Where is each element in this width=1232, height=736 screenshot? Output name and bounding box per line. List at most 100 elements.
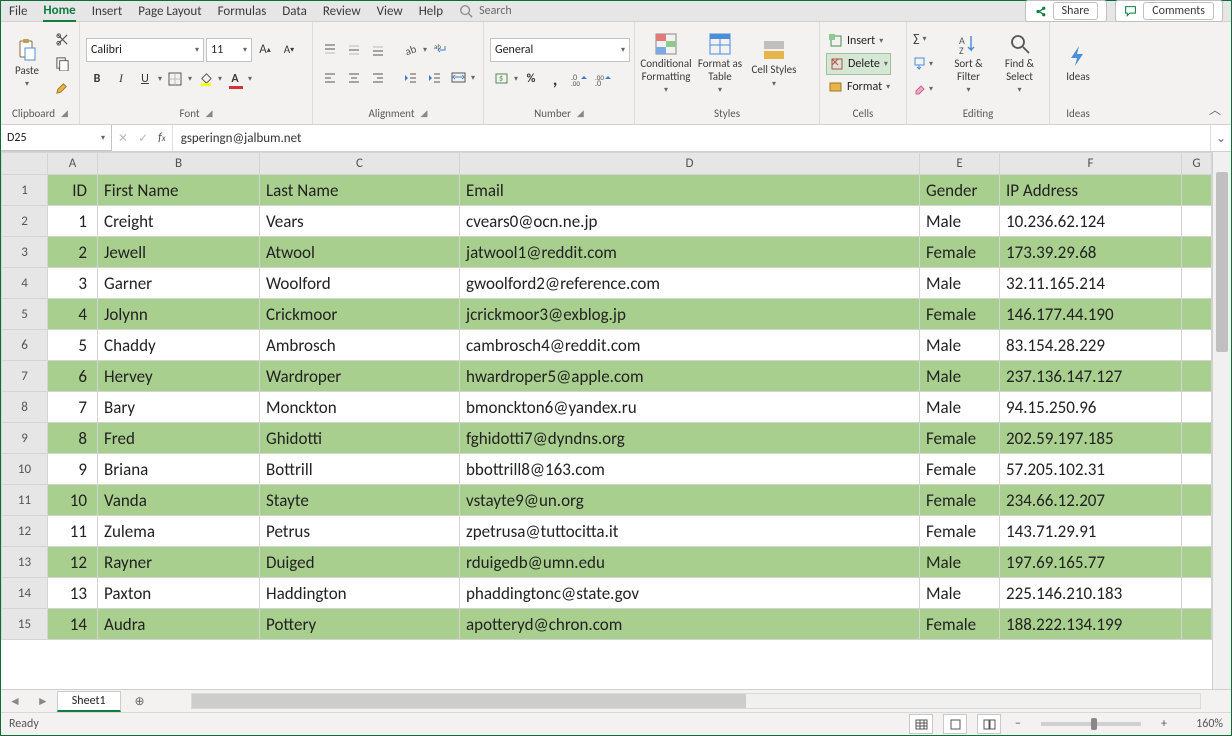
sheet-nav-next[interactable]: ► xyxy=(29,694,57,709)
cell[interactable]: 32.11.165.214 xyxy=(1000,268,1182,299)
cell[interactable]: Zulema xyxy=(98,516,260,547)
row-header[interactable]: 7 xyxy=(2,361,48,392)
cells-delete-button[interactable]: Delete▾ xyxy=(826,53,891,75)
cell[interactable] xyxy=(1182,299,1212,330)
normal-view-button[interactable] xyxy=(909,714,933,734)
cell[interactable]: Chaddy xyxy=(98,330,260,361)
cell[interactable]: 188.222.134.199 xyxy=(1000,609,1182,640)
row-header[interactable]: 2 xyxy=(2,206,48,237)
cell[interactable]: Creight xyxy=(98,206,260,237)
cell[interactable]: Monckton xyxy=(260,392,460,423)
font-name-combo[interactable]: Calibri▾ xyxy=(86,38,204,62)
sheet-nav-prev[interactable]: ◄ xyxy=(1,694,29,709)
name-box[interactable]: D25▾ xyxy=(1,125,112,151)
col-header-C[interactable]: C xyxy=(260,153,460,175)
cell[interactable]: Last Name xyxy=(260,175,460,206)
cell[interactable]: Stayte xyxy=(260,485,460,516)
cell[interactable]: hwardroper5@apple.com xyxy=(460,361,920,392)
format-as-table-button[interactable]: Format as Table▾ xyxy=(695,30,745,96)
row-header[interactable]: 1 xyxy=(2,175,48,206)
tab-page-layout[interactable]: Page Layout xyxy=(138,2,201,21)
align-bottom-button[interactable] xyxy=(367,39,389,61)
cells-insert-button[interactable]: Insert▾ xyxy=(826,31,885,51)
tab-view[interactable]: View xyxy=(377,2,403,21)
cell[interactable]: Female xyxy=(920,485,1000,516)
cell[interactable]: Vears xyxy=(260,206,460,237)
cell-styles-button[interactable]: Cell Styles▾ xyxy=(749,36,799,90)
cell[interactable]: 11 xyxy=(48,516,98,547)
cell[interactable] xyxy=(1182,330,1212,361)
comma-format-button[interactable]: , xyxy=(544,68,566,90)
cell[interactable]: Gender xyxy=(920,175,1000,206)
cell[interactable]: Female xyxy=(920,454,1000,485)
cell[interactable]: Duiged xyxy=(260,547,460,578)
conditional-formatting-button[interactable]: Conditional Formatting▾ xyxy=(641,30,691,96)
font-size-combo[interactable]: 11▾ xyxy=(206,38,252,62)
page-break-view-button[interactable] xyxy=(977,714,1001,734)
col-header-G[interactable]: G xyxy=(1182,153,1212,175)
tab-file[interactable]: File xyxy=(9,2,27,21)
cell[interactable]: 3 xyxy=(48,268,98,299)
cell[interactable]: Haddington xyxy=(260,578,460,609)
cell[interactable]: 146.177.44.190 xyxy=(1000,299,1182,330)
underline-button[interactable]: U xyxy=(134,68,156,90)
zoom-slider[interactable] xyxy=(1041,722,1141,726)
cell[interactable]: 225.146.210.183 xyxy=(1000,578,1182,609)
cell[interactable] xyxy=(1182,175,1212,206)
cell[interactable]: 9 xyxy=(48,454,98,485)
cell[interactable]: 8 xyxy=(48,423,98,454)
cell[interactable] xyxy=(1182,547,1212,578)
merge-center-button[interactable] xyxy=(447,67,469,89)
cell[interactable] xyxy=(1182,454,1212,485)
col-header-A[interactable]: A xyxy=(48,153,98,175)
cell[interactable]: 2 xyxy=(48,237,98,268)
decrease-font-button[interactable]: A▾ xyxy=(278,39,300,61)
alignment-dialog-launcher[interactable]: ◢ xyxy=(421,108,428,119)
cells-format-button[interactable]: Format▾ xyxy=(826,77,892,97)
wrap-text-button[interactable]: ab xyxy=(429,39,451,61)
col-header-F[interactable]: F xyxy=(1000,153,1182,175)
cell[interactable]: gwoolford2@reference.com xyxy=(460,268,920,299)
bold-button[interactable]: B xyxy=(86,68,108,90)
cell[interactable]: Male xyxy=(920,268,1000,299)
zoom-in-button[interactable]: + xyxy=(1157,717,1171,731)
select-all-corner[interactable] xyxy=(2,153,48,175)
align-center-button[interactable] xyxy=(343,67,365,89)
cell[interactable]: rduigedb@umn.edu xyxy=(460,547,920,578)
vertical-scrollbar[interactable] xyxy=(1212,152,1231,689)
cell[interactable]: vstayte9@un.org xyxy=(460,485,920,516)
cell[interactable]: 10 xyxy=(48,485,98,516)
cell[interactable]: 14 xyxy=(48,609,98,640)
formula-input[interactable]: gsperingn@jalbum.net xyxy=(173,125,1210,151)
cell[interactable]: jatwool1@reddit.com xyxy=(460,237,920,268)
col-header-B[interactable]: B xyxy=(98,153,260,175)
cell[interactable] xyxy=(1182,485,1212,516)
cell[interactable]: 202.59.197.185 xyxy=(1000,423,1182,454)
cell[interactable]: 83.154.28.229 xyxy=(1000,330,1182,361)
row-header[interactable]: 6 xyxy=(2,330,48,361)
cell[interactable]: Ghidotti xyxy=(260,423,460,454)
cell[interactable]: 234.66.12.207 xyxy=(1000,485,1182,516)
row-header[interactable]: 3 xyxy=(2,237,48,268)
share-button[interactable]: Share xyxy=(1025,0,1108,22)
cell[interactable]: First Name xyxy=(98,175,260,206)
cell[interactable]: Atwool xyxy=(260,237,460,268)
cancel-formula-button[interactable]: ✕ xyxy=(118,131,128,146)
cell[interactable]: IP Address xyxy=(1000,175,1182,206)
decrease-indent-button[interactable] xyxy=(399,67,421,89)
cell[interactable]: Female xyxy=(920,609,1000,640)
percent-format-button[interactable]: % xyxy=(520,68,542,90)
cell[interactable]: Male xyxy=(920,330,1000,361)
clipboard-dialog-launcher[interactable]: ◢ xyxy=(61,108,68,119)
cut-button[interactable] xyxy=(51,29,73,51)
cell[interactable]: Bary xyxy=(98,392,260,423)
cell[interactable] xyxy=(1182,392,1212,423)
cell[interactable]: Briana xyxy=(98,454,260,485)
cell[interactable]: Pottery xyxy=(260,609,460,640)
tab-data[interactable]: Data xyxy=(282,2,307,21)
cell[interactable] xyxy=(1182,423,1212,454)
align-left-button[interactable] xyxy=(319,67,341,89)
cell[interactable] xyxy=(1182,206,1212,237)
cell[interactable]: 143.71.29.91 xyxy=(1000,516,1182,547)
cell[interactable] xyxy=(1182,578,1212,609)
